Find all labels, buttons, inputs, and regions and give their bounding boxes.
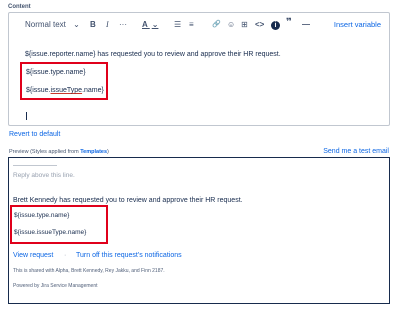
divider-icon[interactable]: — <box>302 20 310 30</box>
insert-variable-button[interactable]: Insert variable <box>334 20 381 30</box>
bullet-list-icon[interactable]: ☰ <box>174 20 181 30</box>
reply-above-text: Reply above this line. <box>13 172 75 179</box>
table-icon[interactable]: ⊞ <box>241 20 248 30</box>
text-caret <box>26 112 27 120</box>
preview-label: Preview (Styles applied from Templates) <box>9 149 109 155</box>
text-color-button[interactable]: A ⌄ <box>142 20 158 30</box>
preview-label-prefix: Preview (Styles applied from <box>9 149 81 155</box>
view-request-link[interactable]: View request <box>13 251 53 260</box>
editor-toolbar: Normal text ⌄ B I ··· A ⌄ ☰ ≡ 🔗 ☺ ⊞ <> i… <box>9 13 389 38</box>
send-test-email-link[interactable]: Send me a test email <box>323 148 389 155</box>
info-icon: i <box>271 21 280 30</box>
link-separator: · <box>64 252 67 259</box>
content-editor[interactable]: Normal text ⌄ B I ··· A ⌄ ☰ ≡ 🔗 ☺ ⊞ <> i… <box>8 12 390 126</box>
preview-message: Brett Kennedy has requested you to revie… <box>13 197 243 204</box>
bold-button[interactable]: B <box>90 20 96 30</box>
info-panel-button[interactable]: i <box>271 20 280 30</box>
chevron-down-icon: ⌄ <box>73 20 80 29</box>
quote-icon[interactable]: ❞ <box>286 18 292 28</box>
italic-button[interactable]: I <box>106 20 109 30</box>
text-color-icon: A <box>142 20 148 29</box>
link-icon[interactable]: 🔗 <box>212 20 221 30</box>
shared-with-text: This is shared with Alpha, Brett Kennedy… <box>13 268 165 274</box>
editor-line-message: ${issue.reporter.name} has requested you… <box>25 51 281 58</box>
revert-to-default-link[interactable]: Revert to default <box>9 131 60 138</box>
emoji-icon[interactable]: ☺ <box>227 20 235 30</box>
numbered-list-icon[interactable]: ≡ <box>189 20 194 30</box>
highlight-box-preview <box>10 205 108 244</box>
more-formatting-button[interactable]: ··· <box>119 20 127 30</box>
email-preview: Reply above this line. Brett Kennedy has… <box>8 157 390 304</box>
chevron-down-icon: ⌄ <box>151 20 159 29</box>
preview-label-suffix: ) <box>107 149 109 155</box>
turn-off-notifications-link[interactable]: Turn off this request's notifications <box>76 251 182 260</box>
text-style-label: Normal text <box>25 20 66 29</box>
powered-by-text: Powered by Jira Service Management <box>13 283 98 289</box>
reply-divider <box>13 165 57 166</box>
content-label: Content <box>8 4 31 10</box>
text-style-dropdown[interactable]: Normal text ⌄ <box>25 20 80 30</box>
templates-link[interactable]: Templates <box>80 149 107 155</box>
highlight-box-editor <box>20 62 108 100</box>
code-icon[interactable]: <> <box>255 20 264 30</box>
